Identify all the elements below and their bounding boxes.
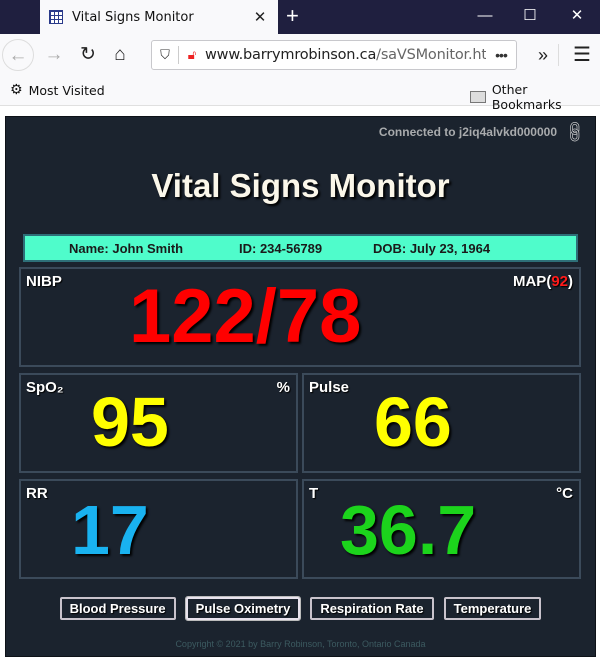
url-host: www.barrymrobinson.ca [205,47,377,63]
spo2-value: 95 [91,383,169,461]
tab-title: Vital Signs Monitor [72,9,194,25]
maximize-button[interactable]: ☐ [507,0,553,34]
divider [558,44,559,66]
rr-panel: RR 17 [19,479,298,579]
temp-value: 36.7 [340,491,477,569]
nibp-panel: NIBP MAP(92) 122/78 [19,267,581,367]
pulse-panel: Pulse 66 [302,373,581,473]
map-prefix: MAP( [512,273,552,290]
shield-icon[interactable]: ⛉ [152,47,178,63]
browser-tab[interactable]: Vital Signs Monitor ✕ [40,0,278,34]
pulse-value: 66 [374,383,452,461]
patient-dob: DOB: July 23, 1964 [373,240,491,256]
rr-value: 17 [71,491,149,569]
gear-icon: ⚙ [10,82,23,98]
map-value: 92 [551,273,568,290]
mode-buttons: Blood Pressure Pulse Oximetry Respiration … [6,596,595,621]
home-button[interactable]: ⌂ [104,39,136,71]
page-title: Vital Signs Monitor [151,167,450,204]
hamburger-menu-icon[interactable]: ☰ [566,39,598,71]
copyright: Copyright © 2021 by Barry Robinson, Toro… [175,639,426,649]
patient-banner: Name: John Smith ID: 234-56789 DOB: July… [23,234,578,262]
pulse-label: Pulse [309,379,350,396]
respiration-rate-button[interactable]: Respiration Rate [310,597,434,620]
spo2-label: SpO₂ [26,379,64,396]
minimize-button[interactable]: — [462,0,508,34]
forward-button[interactable]: → [38,39,70,71]
close-tab-icon[interactable]: ✕ [248,8,272,26]
patient-id: ID: 234-56789 [239,240,323,256]
map-suffix: ) [568,273,573,290]
temp-label: T [309,485,319,502]
nav-bar: ← → ↻ ⌂ ⛉ 🔓︎ www.barrymrobinson.ca/saVSM… [0,34,600,76]
temp-unit: °C [556,485,573,502]
spo2-unit: % [276,379,290,396]
insecure-lock-icon[interactable]: 🔓︎ [179,47,205,63]
new-tab-button[interactable]: + [286,4,299,28]
map-readout: MAP(92) [513,273,573,290]
page-actions-button[interactable]: ••• [486,47,516,63]
overflow-chevron-icon[interactable]: » [527,39,559,71]
url-bar[interactable]: ⛉ 🔓︎ www.barrymrobinson.ca/saVSMonitor.h… [151,40,517,70]
blood-pressure-button[interactable]: Blood Pressure [59,597,176,620]
bookmark-other[interactable]: Other Bookmarks [470,82,600,112]
reload-button[interactable]: ↻ [72,39,104,71]
rr-label: RR [26,485,48,502]
temp-panel: T °C 36.7 [302,479,581,579]
bookmarks-bar: ⚙ Most Visited Other Bookmarks [0,76,600,112]
bookmark-most-visited[interactable]: ⚙ Most Visited [10,82,105,98]
vital-signs-page: Connected to j2iq4alvkd000000 🔗︎ Vital S… [5,116,596,657]
back-button[interactable]: ← [2,39,34,71]
close-window-button[interactable]: ✕ [554,0,600,34]
nibp-label: NIBP [26,273,62,290]
spo2-panel: SpO₂ % 95 [19,373,298,473]
pulse-oximetry-button[interactable]: Pulse Oximetry [184,596,302,621]
grid-favicon-icon [49,10,63,24]
nibp-value: 122/78 [129,274,362,359]
connection-status: Connected to j2iq4alvkd000000 [378,125,557,139]
temperature-button[interactable]: Temperature [443,597,542,620]
patient-name: Name: John Smith [69,240,184,256]
folder-icon [470,91,486,103]
url-path: /saVSMonitor.html [376,47,486,63]
link-icon[interactable]: 🔗︎ [561,118,590,147]
url-text[interactable]: www.barrymrobinson.ca/saVSMonitor.html [205,47,486,63]
bookmark-label: Other Bookmarks [491,82,562,112]
title-bar: Vital Signs Monitor ✕ + — ☐ ✕ [0,0,600,34]
bookmark-label: Most Visited [28,82,105,98]
